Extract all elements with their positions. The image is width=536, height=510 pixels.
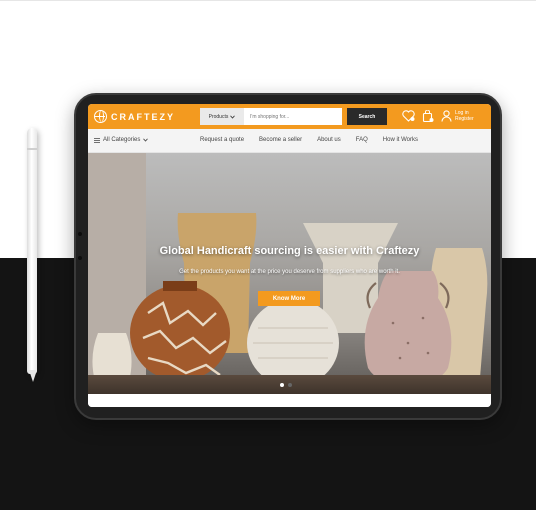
chevron-down-icon <box>230 115 236 119</box>
stylus-tip <box>29 370 37 382</box>
search-category-label: Products <box>208 113 229 120</box>
login-register-link[interactable]: Log in Register <box>441 110 474 122</box>
register-label: Register <box>455 116 474 122</box>
know-more-button[interactable]: Know More <box>258 291 320 306</box>
search-bar: Products Search <box>200 108 387 125</box>
tablet-sensor <box>78 256 82 260</box>
carousel-dot-2[interactable] <box>288 383 292 387</box>
tablet-screen: CRAFTEZY Products Search Log in Register <box>88 104 491 407</box>
hero-banner: Global Handicraft sourcing is easier wit… <box>88 153 491 394</box>
search-input[interactable] <box>244 108 342 125</box>
menu-icon <box>94 137 100 143</box>
carousel-dot-1[interactable] <box>280 383 284 387</box>
search-category-select[interactable]: Products <box>200 108 244 125</box>
nav-link-about-us[interactable]: About us <box>317 137 341 143</box>
nav-link-request-quote[interactable]: Request a quote <box>200 137 244 143</box>
nav-link-how-it-works[interactable]: How it Works <box>383 137 418 143</box>
nav-links: Request a quote Become a seller About us… <box>200 137 418 143</box>
main-navigation: All Categories Request a quote Become a … <box>88 129 491 153</box>
cart-icon[interactable] <box>421 109 435 123</box>
site-header: CRAFTEZY Products Search Log in Register <box>88 104 491 129</box>
hero-subtitle: Get the products you want at the price y… <box>179 269 400 275</box>
nav-link-faq[interactable]: FAQ <box>356 137 368 143</box>
logo-text: CRAFTEZY <box>111 111 175 122</box>
nav-link-become-seller[interactable]: Become a seller <box>259 137 302 143</box>
page-content-strip <box>88 394 491 407</box>
hero-title: Global Handicraft sourcing is easier wit… <box>159 245 420 257</box>
stylus-pencil <box>27 128 37 374</box>
carousel-dots <box>280 383 292 387</box>
wishlist-heart-icon[interactable] <box>401 109 415 123</box>
user-icon <box>441 110 452 122</box>
globe-logo-icon <box>94 110 107 123</box>
all-categories-label: All Categories <box>103 137 141 143</box>
tablet-camera <box>78 232 82 236</box>
chevron-down-icon <box>143 138 149 142</box>
search-button[interactable]: Search <box>347 108 387 125</box>
header-actions: Log in Register <box>401 109 474 123</box>
site-logo[interactable]: CRAFTEZY <box>94 110 175 123</box>
all-categories-menu[interactable]: All Categories <box>94 137 149 143</box>
stylus-band <box>27 148 37 150</box>
